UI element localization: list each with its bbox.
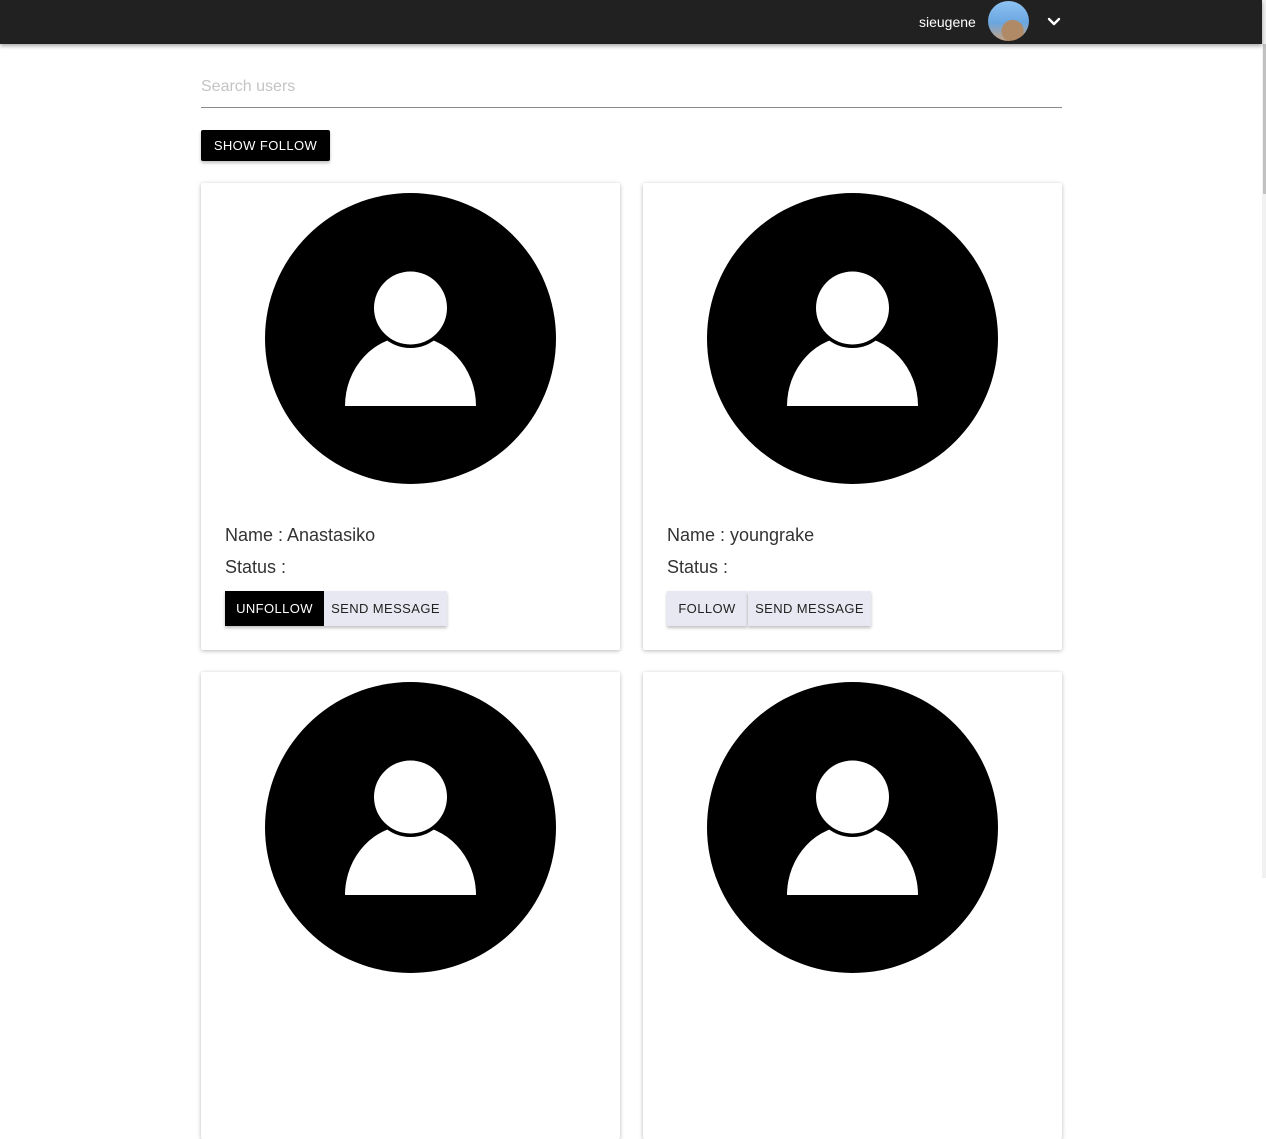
send-message-button[interactable]: SEND MESSAGE (748, 591, 871, 626)
default-user-icon (707, 682, 998, 973)
user-card: Name : youngrake Status : FOLLOW SEND ME… (643, 183, 1062, 650)
search-input[interactable] (201, 70, 1062, 104)
user-status: Status : (225, 557, 287, 577)
follow-button[interactable]: FOLLOW (667, 591, 747, 626)
app-header: sieugene (0, 0, 1262, 44)
search-field (201, 70, 1062, 108)
user-avatar[interactable] (988, 1, 1029, 41)
user-card (201, 672, 620, 1139)
user-name: Name : Anastasiko (225, 525, 376, 545)
default-user-icon (707, 193, 998, 484)
chevron-down-icon[interactable] (1044, 12, 1064, 32)
user-name: Name : youngrake (667, 525, 815, 545)
user-status: Status : (667, 557, 729, 577)
send-message-button[interactable]: SEND MESSAGE (324, 591, 447, 626)
header-username[interactable]: sieugene (919, 14, 976, 30)
default-user-icon (265, 682, 556, 973)
show-follow-button[interactable]: SHOW FOLLOW (201, 130, 330, 161)
user-card (643, 672, 1062, 1139)
user-card: Name : Anastasiko Status : UNFOLLOW SEND… (201, 183, 620, 650)
unfollow-button[interactable]: UNFOLLOW (225, 591, 324, 626)
default-user-icon (265, 193, 556, 484)
